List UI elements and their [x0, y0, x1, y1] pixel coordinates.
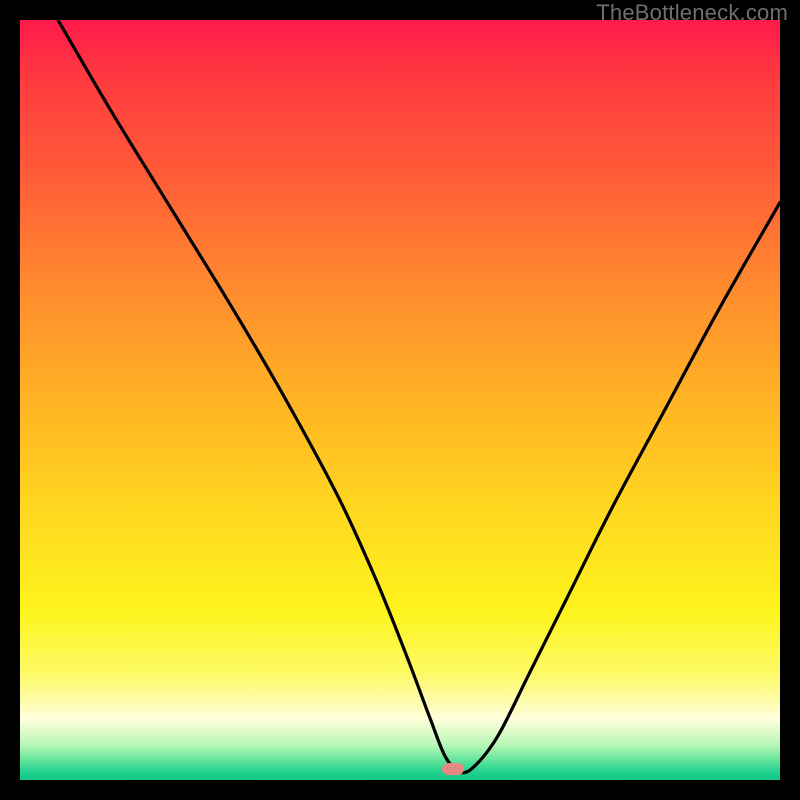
- bottleneck-curve: [20, 20, 780, 780]
- optimal-point-marker: [442, 763, 464, 775]
- plot-area: [20, 20, 780, 780]
- chart-frame: TheBottleneck.com: [0, 0, 800, 800]
